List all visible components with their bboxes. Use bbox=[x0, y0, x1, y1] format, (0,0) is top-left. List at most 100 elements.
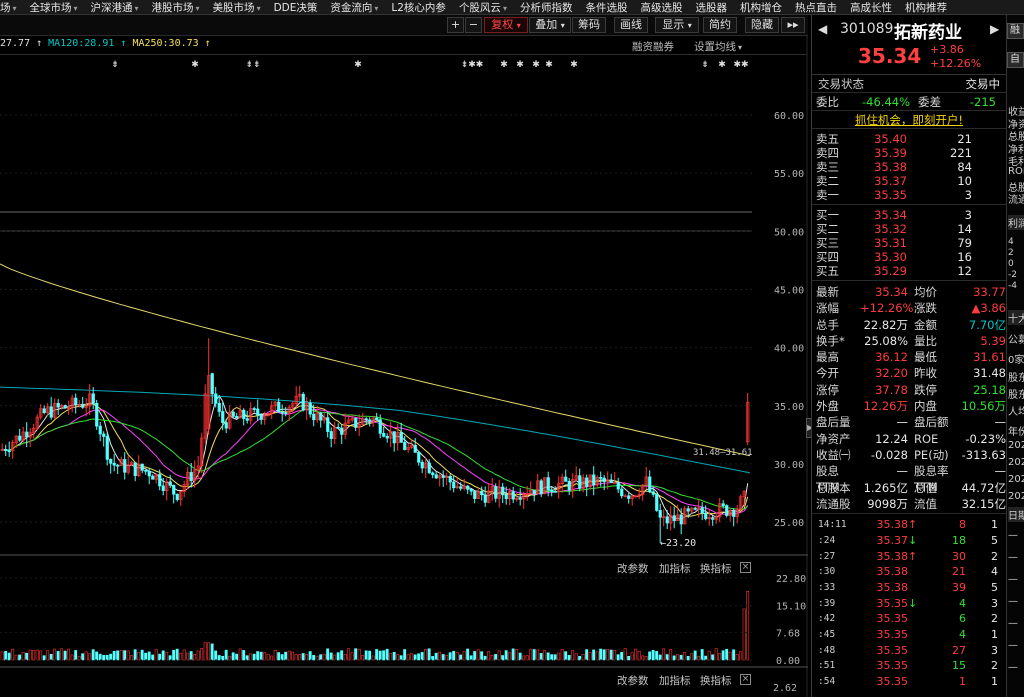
volume-bar bbox=[641, 655, 645, 661]
candle-body bbox=[231, 411, 235, 417]
volume-bar bbox=[746, 591, 750, 661]
volume-bar bbox=[172, 649, 176, 661]
candle-body bbox=[336, 426, 340, 429]
promo-row[interactable]: 抓住机会，即刻开户! bbox=[812, 111, 1006, 129]
volume-bar bbox=[690, 653, 694, 661]
volume-bar bbox=[21, 652, 25, 661]
nav-item-15[interactable]: 高成长性 bbox=[844, 0, 899, 14]
stat-value: 32.15亿 bbox=[961, 496, 1006, 511]
trade-price: 35.35 bbox=[876, 643, 909, 657]
candle-body bbox=[459, 486, 463, 489]
volume-bar bbox=[574, 653, 578, 661]
order-row: 卖四 35.39 221 bbox=[812, 146, 1006, 160]
volume-bar bbox=[35, 649, 39, 661]
macd-close-icon[interactable]: × bbox=[740, 674, 751, 685]
volume-bar bbox=[410, 653, 414, 661]
candle-body bbox=[413, 444, 417, 453]
price-gridlines bbox=[0, 114, 752, 523]
volume-bar bbox=[613, 650, 617, 661]
candle-body bbox=[63, 405, 67, 409]
open-account-link[interactable]: 抓住机会，即刻开户! bbox=[855, 112, 963, 128]
trade-price: 35.35 bbox=[876, 659, 909, 673]
strip-dash: — bbox=[1008, 662, 1018, 673]
order-price: 35.39 bbox=[874, 146, 907, 160]
price-tick: 40.00 bbox=[774, 344, 804, 355]
candle-body bbox=[221, 411, 225, 423]
weibi-row: 委比 -46.44% 委差 -215 bbox=[812, 93, 1006, 111]
stat-label: 跌停 bbox=[914, 382, 937, 397]
candle-body bbox=[259, 414, 263, 420]
vol-modify-params-link[interactable]: 改参数 bbox=[617, 561, 649, 576]
stat-label: 均价 bbox=[914, 285, 937, 299]
order-level-label: 买一 bbox=[816, 208, 839, 222]
event-marker: ✱ bbox=[570, 60, 578, 70]
order-level-label: 买四 bbox=[816, 250, 839, 264]
tick-trades[interactable]: 14:11 35.38 ↑ 8 1:24 35.37 ↓ 18 5:27 35.38 ↑ 30 2:30… bbox=[812, 514, 1006, 690]
candle-body bbox=[585, 477, 589, 487]
volume-bar bbox=[67, 648, 71, 661]
candle-body bbox=[74, 397, 78, 406]
nav-item-16[interactable]: 机构推荐 bbox=[899, 0, 954, 14]
candle-body bbox=[81, 404, 85, 408]
volume-bar bbox=[4, 651, 8, 661]
strip-label: 流通 bbox=[1008, 195, 1024, 207]
vol-close-icon[interactable]: × bbox=[740, 562, 751, 573]
trade-price: 35.35 bbox=[876, 612, 909, 626]
vol-switch-indicator-link[interactable]: 换指标 bbox=[700, 561, 732, 576]
volume-bar bbox=[217, 655, 221, 661]
kline-chart[interactable]: 60.00 55.00 50.00 45.00 40.00 35.00 30.00 25.00… bbox=[0, 0, 808, 697]
candle-body bbox=[420, 461, 424, 469]
stat-label: 换手* bbox=[816, 333, 845, 348]
stat-row: 换手* 25.08% 量比 5.39 bbox=[812, 333, 1006, 349]
candle-body bbox=[235, 416, 239, 419]
order-volume: 21 bbox=[957, 132, 972, 146]
trade-count: 1 bbox=[991, 675, 998, 689]
trade-count: 5 bbox=[991, 580, 998, 594]
macd-add-indicator-link[interactable]: 加指标 bbox=[659, 673, 691, 688]
volume-tick: 0.00 bbox=[776, 656, 800, 667]
macd-switch-indicator-link[interactable]: 换指标 bbox=[700, 673, 732, 688]
order-volume: 79 bbox=[957, 236, 972, 250]
trade-count: 2 bbox=[991, 549, 998, 563]
volume-bar bbox=[147, 651, 151, 661]
stat-row: 收益㈠ -0.028 PE(动) -313.63 bbox=[812, 447, 1006, 463]
candle-body bbox=[655, 493, 659, 511]
volume-bar bbox=[119, 649, 123, 661]
volume-bar bbox=[672, 655, 676, 661]
candle-body bbox=[385, 436, 389, 439]
volume-bar bbox=[361, 655, 365, 661]
volume-bar bbox=[200, 648, 204, 661]
candle-body bbox=[175, 493, 179, 500]
candle-body bbox=[599, 477, 603, 479]
trading-status-row: 交易状态 交易中 bbox=[812, 75, 1006, 93]
volume-bar bbox=[193, 654, 197, 661]
volume-bar bbox=[721, 650, 725, 661]
vol-add-indicator-link[interactable]: 加指标 bbox=[659, 561, 691, 576]
order-price: 35.31 bbox=[874, 236, 907, 250]
prev-stock-icon[interactable]: ◀ bbox=[818, 22, 827, 36]
volume-bar bbox=[403, 649, 407, 661]
trade-direction bbox=[908, 627, 920, 643]
trade-time: :33 bbox=[818, 581, 836, 593]
change-value: +3.86 bbox=[930, 43, 964, 56]
volume-bar bbox=[515, 649, 519, 661]
volume-bar bbox=[228, 655, 232, 661]
stat-row: 股息TTM — 股息率TTM — bbox=[812, 463, 1006, 494]
status-label: 交易状态 bbox=[818, 76, 864, 91]
volume-bar bbox=[315, 655, 319, 661]
volume-bar bbox=[539, 653, 543, 661]
macd-modify-params-link[interactable]: 改参数 bbox=[617, 673, 649, 688]
candle-body bbox=[329, 431, 333, 439]
order-level-label: 买五 bbox=[816, 264, 839, 278]
next-stock-icon[interactable]: ▶ bbox=[990, 22, 999, 36]
order-row: 卖五 35.40 21 bbox=[812, 132, 1006, 146]
volume-bar bbox=[392, 651, 396, 661]
zi-button[interactable]: 自 bbox=[1007, 52, 1024, 68]
volume-bar bbox=[648, 651, 652, 661]
rong-button[interactable]: 融 bbox=[1007, 23, 1024, 39]
volume-bar bbox=[333, 654, 337, 661]
volume-bar bbox=[473, 651, 477, 661]
trade-direction bbox=[908, 674, 920, 690]
volume-bar bbox=[665, 654, 669, 661]
stat-value: 22.82万 bbox=[863, 317, 908, 332]
